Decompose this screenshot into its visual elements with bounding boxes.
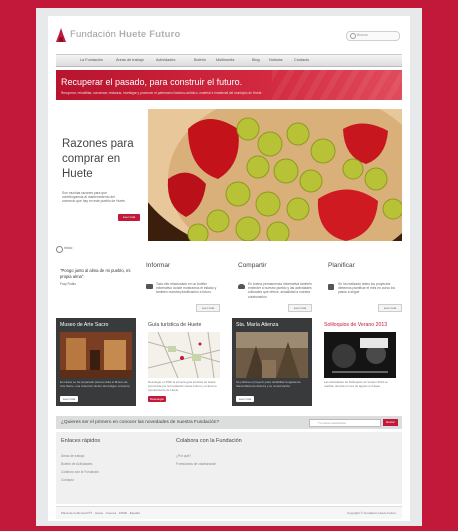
featured-title: Razones para comprar en Huete: [62, 138, 134, 180]
church-ruins-image[interactable]: [236, 332, 308, 378]
hero-title: Recuperar el pasado, para construir el f…: [61, 77, 243, 87]
card-text: Las actividades de Soliloquios de Verano…: [324, 380, 388, 388]
card-guia[interactable]: Guía turística de Huete Descargar en PDF…: [144, 318, 224, 406]
footer-link[interactable]: Áreas de trabajo: [61, 454, 84, 458]
footer-address: Plaza de la Merced Nº7 · Huete · Cuenca …: [61, 511, 140, 515]
nav-item-contacto[interactable]: Contacto: [294, 58, 309, 62]
card-button[interactable]: Descargar: [148, 396, 166, 402]
jazz-poster-image[interactable]: [324, 332, 396, 378]
featured-read-more-button[interactable]: Leer más: [118, 214, 140, 221]
monitor-icon: [146, 284, 153, 289]
card-soliloquios[interactable]: Soliloquios de Verano 2013 Las actividad…: [320, 318, 400, 406]
search-placeholder: Buscar: [357, 33, 368, 37]
footer-bottom-bar: Plaza de la Merced Nº7 · Huete · Cuenca …: [56, 506, 402, 519]
main-nav: La Fundación Áreas de trabajo Actividade…: [56, 54, 402, 67]
footer-link[interactable]: ¿Por qué?: [176, 454, 191, 458]
quote: "Pongo junto al alma de mi pueblo, mi pr…: [60, 268, 138, 286]
card-atienza[interactable]: Sta. María Atienza Se publica el proyect…: [232, 318, 312, 406]
column-text: En buena permanencia informativa también…: [248, 282, 312, 299]
featured-text-panel: Razones para comprar en Huete Son muchas…: [56, 109, 146, 241]
column-more-button[interactable]: Leer más: [196, 304, 220, 312]
site-header: Fundación Huete Futuro Buscar: [48, 16, 410, 50]
town-map-image[interactable]: [148, 332, 220, 378]
nav-item-fundacion[interactable]: La Fundación: [80, 58, 103, 62]
nav-item-areas[interactable]: Áreas de trabajo: [116, 58, 144, 62]
column-text: Todo ello relacionado en un boletín info…: [156, 282, 217, 295]
footer-link[interactable]: Contacto: [61, 478, 74, 482]
card-text: En Huete se ha preparado para la visita …: [60, 380, 131, 388]
featured-slider: Razones para comprar en Huete Son muchas…: [56, 109, 402, 241]
site-brand[interactable]: Fundación Huete Futuro: [70, 29, 181, 40]
newsletter-bar: ¿Quieres ser el primero en conocer las n…: [56, 416, 402, 429]
footer-copyright: Copyright © Fundación Huete Futuro: [346, 511, 396, 515]
column-text: Se ha realizado antes los proyectos debe…: [338, 282, 395, 295]
search-icon: [350, 33, 356, 39]
card-title: Sta. María Atienza: [236, 322, 279, 328]
card-title: Guía turística de Huete: [148, 322, 202, 328]
home-icon[interactable]: [56, 246, 63, 253]
nav-item-blog[interactable]: Blog: [252, 58, 260, 62]
footer-link[interactable]: Formularios de colaboración: [176, 462, 216, 466]
cloud-icon: [238, 284, 245, 289]
card-button[interactable]: Leer más: [236, 396, 254, 402]
card-text: Descargar en PDF la primera guía turísti…: [148, 380, 218, 392]
footer-collab-title: Colabora con la Fundación: [176, 438, 242, 444]
nav-item-multimedia[interactable]: Multimedia: [216, 58, 234, 62]
newsletter-submit-button[interactable]: Enviar: [383, 419, 398, 426]
card-title: Museo de Arte Sacro: [60, 322, 109, 328]
card-title: Soliloquios de Verano 2013: [324, 322, 388, 328]
card-museo[interactable]: Museo de Arte Sacro En Huete se ha prepa…: [56, 318, 136, 406]
newsletter-email-input[interactable]: Tu correo electrónico: [309, 419, 381, 427]
brand-bold: Huete Futuro: [119, 29, 181, 40]
search-input[interactable]: Buscar: [346, 31, 400, 41]
card-button[interactable]: Leer más: [60, 396, 78, 402]
featured-description: Son muchas razones para que contribuyamo…: [62, 191, 126, 204]
column-compartir: Compartir En buena permanencia informati…: [238, 262, 316, 312]
nav-item-noticias[interactable]: Noticias: [269, 58, 283, 62]
newsletter-placeholder: Tu correo electrónico: [318, 421, 347, 425]
footer-link[interactable]: Boletín de Actividades: [61, 462, 92, 466]
newsletter-question: ¿Quieres ser el primero en conocer las n…: [61, 420, 220, 425]
site-footer: Enlaces rápidos Áreas de trabajo Boletín…: [56, 432, 402, 504]
info-section: "Pongo junto al alma de mi pueblo, mi pr…: [56, 258, 402, 312]
column-more-button[interactable]: Leer más: [288, 304, 312, 312]
footer-links-title: Enlaces rápidos: [61, 438, 101, 444]
castle-logo-icon[interactable]: [56, 28, 66, 42]
column-informar: Informar Todo ello relacionado en un bol…: [146, 262, 224, 312]
nav-item-boletin[interactable]: Boletín: [194, 58, 206, 62]
breadcrumb-label[interactable]: Inicio: [64, 246, 72, 250]
quote-author: Fray Rubio: [60, 282, 77, 286]
web-page: Fundación Huete Futuro Buscar La Fundaci…: [48, 16, 410, 521]
column-more-button[interactable]: Leer más: [378, 304, 402, 312]
column-title: Planificar: [328, 262, 355, 269]
hero-subtitle: Recuperar, rehabilitar, conservar, resta…: [61, 91, 263, 95]
column-title: Compartir: [238, 262, 267, 269]
cards-row: Museo de Arte Sacro En Huete se ha prepa…: [56, 318, 402, 414]
footer-link[interactable]: Colabora con la Fundación: [61, 470, 99, 474]
museum-interior-image[interactable]: [60, 332, 132, 378]
nav-item-actividades[interactable]: Actividades: [156, 58, 175, 62]
column-planificar: Planificar Se ha realizado antes los pro…: [328, 262, 406, 312]
quote-text: "Pongo junto al alma de mi pueblo, mi pr…: [60, 268, 131, 279]
brand-light: Fundación: [70, 29, 117, 40]
strawberries-grapes-photo[interactable]: [148, 109, 402, 241]
breadcrumb: Inicio: [56, 246, 402, 253]
hero-banner: Recuperar el pasado, para construir el f…: [56, 70, 402, 100]
column-title: Informar: [146, 262, 171, 269]
browser-frame: Fundación Huete Futuro Buscar La Fundaci…: [36, 8, 422, 526]
calendar-icon: [328, 284, 334, 290]
card-text: Se publica el proyecto para rehabilitar …: [236, 380, 301, 388]
